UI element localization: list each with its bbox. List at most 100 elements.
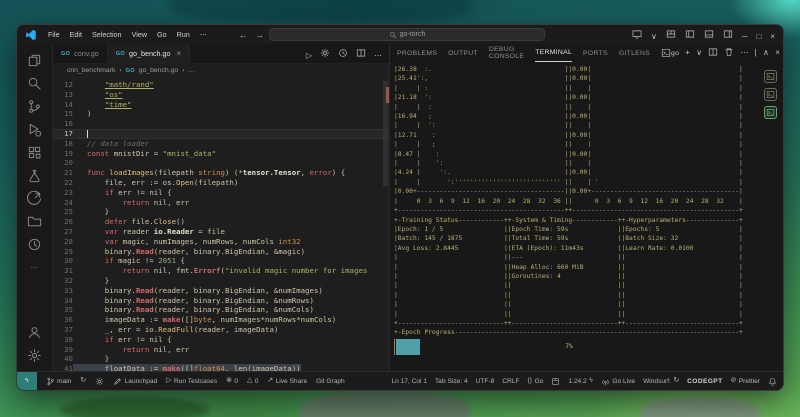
breadcrumb-item[interactable]: … <box>188 67 195 74</box>
menu-edit[interactable]: Edit <box>65 30 87 39</box>
code-line[interactable]: 14 "time" <box>53 100 389 110</box>
status-cursor-position[interactable]: Ln 17, Col 1 <box>391 378 427 385</box>
code-line[interactable]: 22 file, err := os.Open(filepath) <box>53 178 389 188</box>
back-icon[interactable]: ← <box>239 30 248 40</box>
menu-go[interactable]: Go <box>152 30 172 39</box>
split-terminal[interactable] <box>708 47 718 59</box>
new-terminal[interactable]: + <box>685 49 690 57</box>
sidebar-item-run-and-debug[interactable] <box>17 118 52 141</box>
menu-[interactable]: ⋯ <box>195 30 212 39</box>
run-settings[interactable] <box>320 45 330 63</box>
code-line[interactable]: 15) <box>53 109 389 119</box>
maximize-panel[interactable]: ∧ <box>763 49 769 57</box>
panel-tab-terminal[interactable]: TERMINAL <box>535 44 572 62</box>
code-line[interactable]: 27 var reader io.Reader = file <box>53 227 389 237</box>
customize-layout[interactable] <box>666 26 676 44</box>
code-line[interactable]: 16 <box>53 119 389 129</box>
status-go-version[interactable]: 1.24.2ϟ <box>568 378 592 385</box>
code-line[interactable]: 13 "os" <box>53 90 389 100</box>
sidebar-item-testing[interactable] <box>17 164 52 187</box>
status-encoding[interactable]: UTF-8 <box>476 378 495 385</box>
menu-view[interactable]: View <box>127 30 152 39</box>
status-git-branch[interactable]: main <box>46 377 72 386</box>
code-line[interactable]: 24 return nil, err <box>53 198 389 208</box>
code-line[interactable]: 25 } <box>53 207 389 217</box>
status-notifications[interactable] <box>768 377 777 386</box>
forward-icon[interactable]: → <box>256 30 265 40</box>
close-tab-icon[interactable]: × <box>177 49 182 58</box>
code-line[interactable]: 29 binary.Read(reader, binary.BigEndian,… <box>53 247 389 257</box>
code-line[interactable]: 18// data loader <box>53 139 389 149</box>
code-line[interactable]: 26 defer file.Close() <box>53 217 389 227</box>
terminal-session-icon[interactable] <box>764 88 777 101</box>
status-prettier[interactable]: ⊘Prettier <box>731 378 760 385</box>
menu-selection[interactable]: Selection <box>87 30 127 39</box>
toggle-secondary-sidebar[interactable] <box>723 26 733 44</box>
kill-terminal[interactable] <box>724 47 734 59</box>
sidebar-item-extensions[interactable] <box>17 141 52 164</box>
close-window[interactable]: × <box>770 26 775 44</box>
maximize-window[interactable]: □ <box>756 26 761 44</box>
panel-tab-output[interactable]: OUTPUT <box>448 44 478 62</box>
sidebar-item-explorer[interactable] <box>17 49 52 72</box>
more-terminal-actions[interactable]: ⋯ <box>740 49 748 57</box>
status-remote-indicator[interactable]: ϟ <box>17 372 37 391</box>
status-problems-errors[interactable]: ⊗0 <box>226 378 238 385</box>
status-go-live[interactable]: Go Live <box>601 377 635 386</box>
run-file[interactable]: ▷ <box>306 45 312 63</box>
breadcrumb-item[interactable]: go_bench.go <box>139 67 178 74</box>
launch-profile-dropdown[interactable]: ∨ <box>696 49 702 57</box>
status-live-share[interactable]: ↗Live Share <box>267 378 307 385</box>
status-run-testcases[interactable]: ▷Run Testcases <box>166 378 217 385</box>
terminal-picker[interactable]: go <box>661 48 679 58</box>
timeline-view[interactable] <box>338 45 348 63</box>
split-editor[interactable] <box>356 45 366 63</box>
status-eol-sequence[interactable]: CRLF <box>502 378 519 385</box>
code-line[interactable]: 23 if err != nil { <box>53 188 389 198</box>
tab-go_bench.go[interactable]: GOgo_bench.go× <box>108 44 190 63</box>
menu-run[interactable]: Run <box>172 30 195 39</box>
sidebar-item-accounts[interactable] <box>17 321 52 344</box>
code-line[interactable]: 38 if err != nil { <box>53 335 389 345</box>
sidebar-item-manage[interactable] <box>17 344 52 367</box>
code-line[interactable]: 32 } <box>53 276 389 286</box>
open-remote-window[interactable] <box>632 26 642 44</box>
panel-tab-ports[interactable]: PORTS <box>583 44 608 62</box>
menu-file[interactable]: File <box>43 30 65 39</box>
code-line[interactable]: 33 binary.Read(reader, binary.BigEndian,… <box>53 286 389 296</box>
code-line[interactable]: 30 if magic != 2051 { <box>53 256 389 266</box>
sidebar-item-additional-views[interactable]: ⋯ <box>17 256 52 279</box>
status-indentation[interactable]: Tab Size: 4 <box>435 378 468 385</box>
status-codegpt[interactable]: CODEGPT <box>687 378 722 385</box>
code-line[interactable]: 35 binary.Read(reader, binary.BigEndian,… <box>53 305 389 315</box>
toggle-panel[interactable] <box>704 26 714 44</box>
code-line[interactable]: 28 var magic, numImages, numRows, numCol… <box>53 237 389 247</box>
command-center-search[interactable]: go-torch <box>269 28 545 41</box>
terminal-session-icon[interactable] <box>764 70 777 83</box>
sidebar-item-remote-explorer[interactable] <box>17 210 52 233</box>
sidebar-item-source-control[interactable] <box>17 95 52 118</box>
code-line[interactable]: 37 _, err = io.ReadFull(reader, imageDat… <box>53 325 389 335</box>
close-panel[interactable]: × <box>775 49 780 57</box>
code-line[interactable]: 31 return nil, fmt.Errorf("invalid magic… <box>53 266 389 276</box>
sidebar-item-search[interactable] <box>17 72 52 95</box>
code-line[interactable]: 40 } <box>53 354 389 364</box>
code-line[interactable]: 39 return nil, err <box>53 345 389 355</box>
status-sync-changes[interactable]: ↻ <box>80 378 86 385</box>
status-windsurf[interactable]: Windsurf:↻ <box>643 378 679 385</box>
minimize-window[interactable]: ─ <box>742 26 748 44</box>
remote-dropdown[interactable]: ∨ <box>651 26 657 44</box>
panel-tab-gitlens[interactable]: GITLENS <box>619 44 650 62</box>
status-go-tools[interactable] <box>95 377 104 386</box>
status-launchpad[interactable]: Launchpad <box>113 377 157 386</box>
breadcrumb[interactable]: cnn_benchmark›GOgo_bench.go›… <box>53 64 389 77</box>
more-editor-actions[interactable]: ⋯ <box>374 45 382 63</box>
code-editor[interactable]: 12 "math/rand"13 "os"14 "time"15)161718/… <box>53 77 389 371</box>
code-line[interactable]: 21func loadImages(filepath string) (*ten… <box>53 168 389 178</box>
panel-tab-debug-console[interactable]: DEBUG CONSOLE <box>489 44 524 62</box>
toggle-primary-sidebar[interactable] <box>685 26 695 44</box>
status-git-graph[interactable]: Git Graph <box>316 378 345 385</box>
status-package-status[interactable] <box>551 377 560 386</box>
status-language-mode[interactable]: {}Go <box>528 378 544 385</box>
panel-tab-problems[interactable]: PROBLEMS <box>397 44 437 62</box>
